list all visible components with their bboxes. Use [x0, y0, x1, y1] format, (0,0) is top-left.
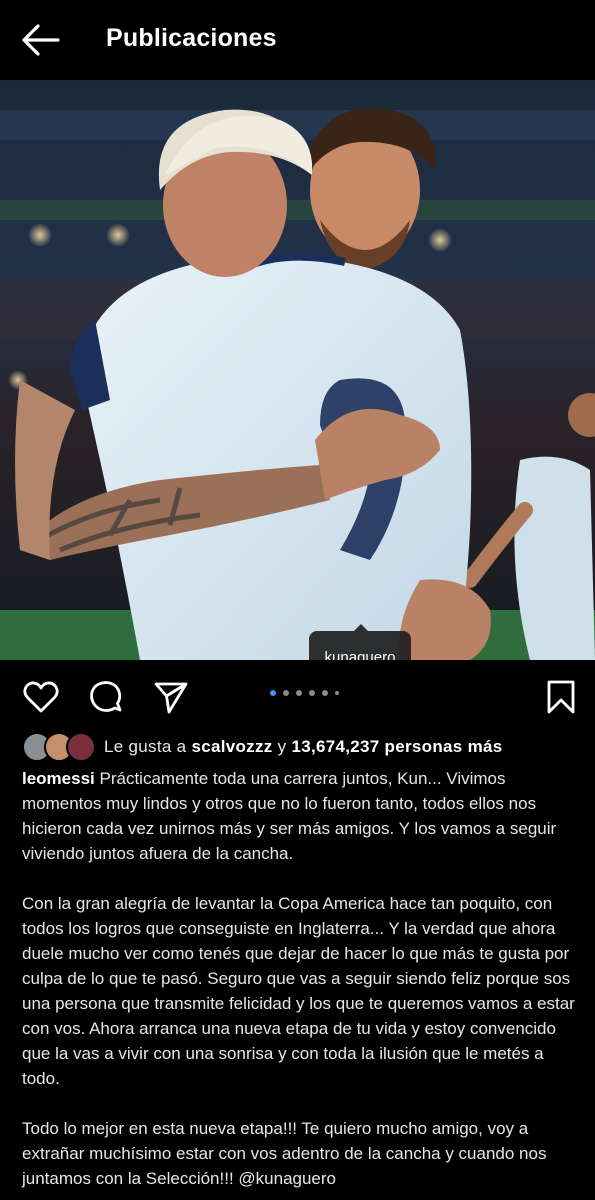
heart-icon: [23, 681, 59, 713]
liker-avatars: [22, 732, 96, 762]
caption-paragraph-1: leomessi Prácticamente toda una carrera …: [22, 766, 577, 866]
caption-username[interactable]: leomessi: [22, 769, 95, 788]
save-button[interactable]: [542, 678, 580, 716]
mention-link[interactable]: @kunaguero: [238, 1169, 336, 1188]
post-image[interactable]: kunaguero: [0, 80, 595, 660]
caption-paragraph-2: Con la gran alegría de levantar la Copa …: [22, 894, 575, 1088]
caption-paragraph-3: Todo lo mejor en esta nueva etapa!!! Te …: [22, 1116, 577, 1191]
carousel-dot: [283, 690, 289, 696]
carousel-dot: [296, 690, 302, 696]
arrow-left-icon: [22, 24, 60, 56]
caption-text: Prácticamente toda una carrera juntos, K…: [22, 769, 557, 863]
back-button[interactable]: [18, 22, 62, 58]
share-button[interactable]: [152, 678, 190, 716]
post-action-bar: [0, 668, 595, 724]
carousel-indicator: [270, 690, 339, 696]
likes-row[interactable]: Le gusta a scalvozzz y 13,674,237 person…: [22, 730, 503, 764]
likes-connector: y: [277, 737, 287, 756]
send-icon: [154, 682, 188, 714]
user-tag-label[interactable]: kunaguero: [309, 624, 411, 660]
carousel-dot: [270, 690, 276, 696]
carousel-dot: [309, 690, 315, 696]
bookmark-icon: [547, 680, 575, 714]
likes-count[interactable]: 13,674,237 personas más: [291, 737, 502, 756]
comment-button[interactable]: [87, 678, 125, 716]
avatar: [66, 732, 96, 762]
carousel-dot: [322, 690, 328, 696]
comment-icon: [90, 681, 122, 712]
carousel-dot: [335, 691, 339, 695]
like-button[interactable]: [22, 678, 60, 716]
likes-prefix: Le gusta a: [104, 737, 187, 756]
post-caption: leomessi Prácticamente toda una carrera …: [22, 766, 577, 1200]
page-title: Publicaciones: [106, 24, 277, 52]
likes-text: Le gusta a scalvozzz y 13,674,237 person…: [104, 737, 503, 757]
app-header: Publicaciones: [0, 0, 595, 80]
liker-username[interactable]: scalvozzz: [191, 737, 272, 756]
